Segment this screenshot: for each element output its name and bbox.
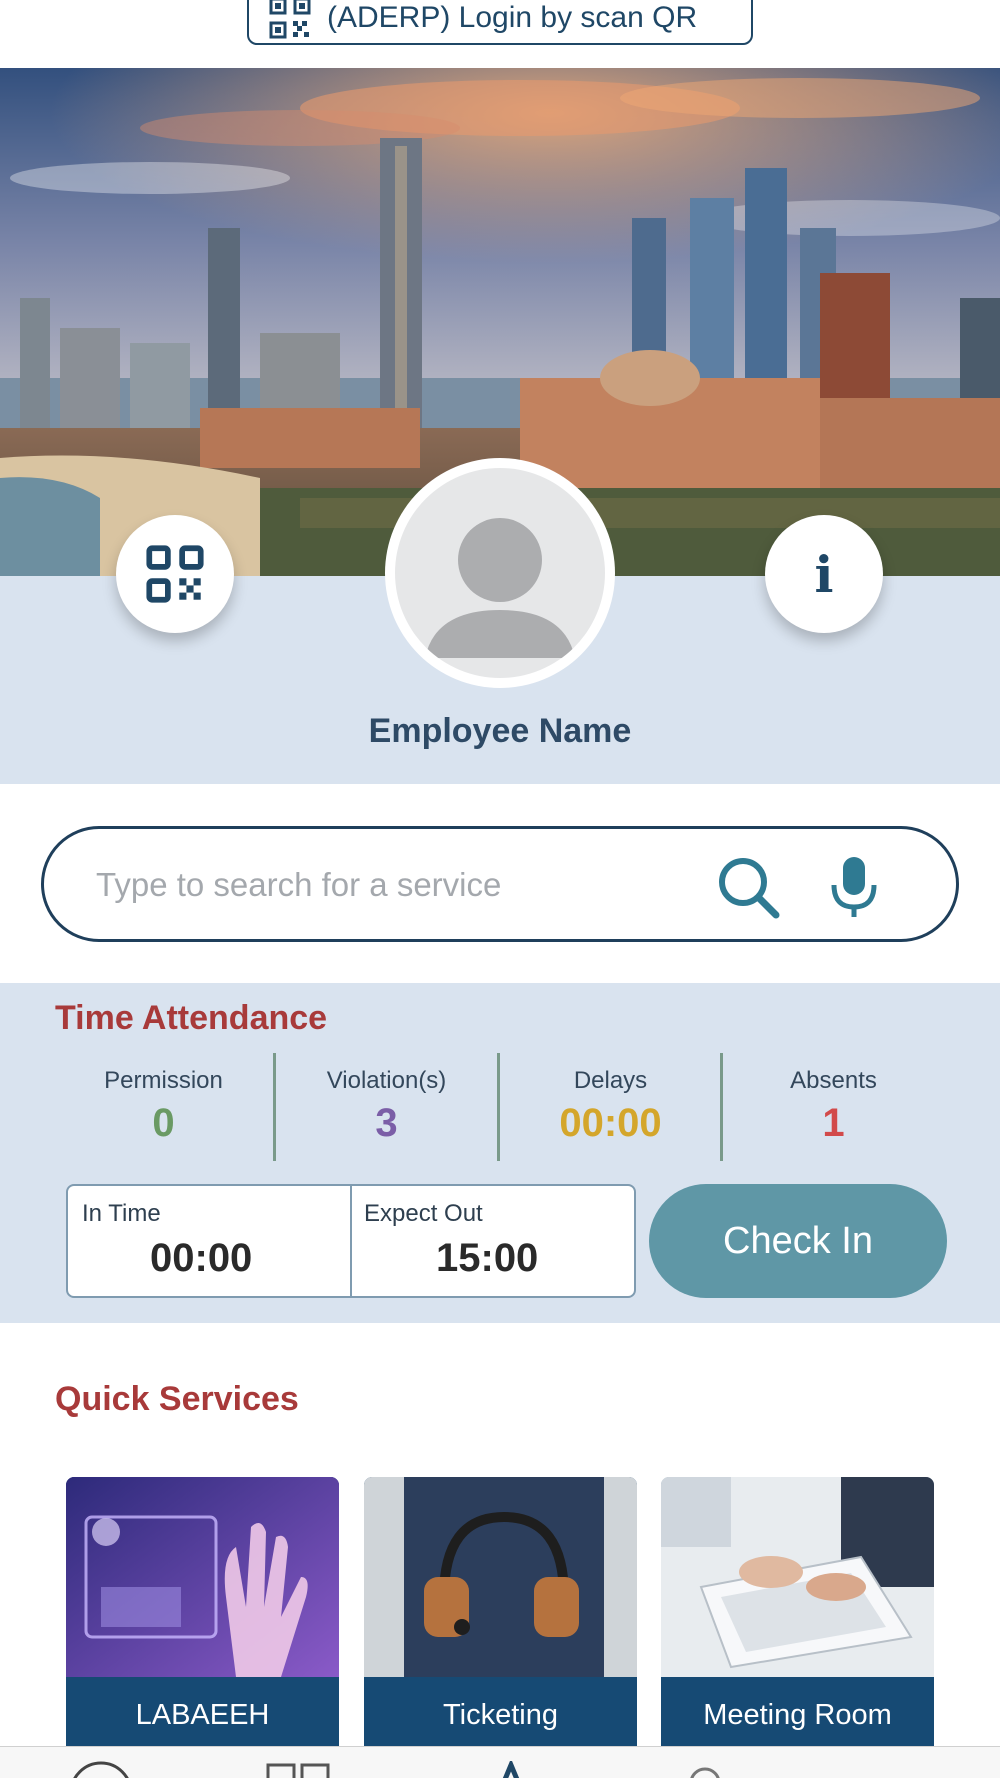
stat-label: Absents bbox=[790, 1067, 877, 1094]
grid-icon[interactable] bbox=[264, 1761, 334, 1778]
employee-name: Employee Name bbox=[368, 712, 632, 750]
headset-person-photo bbox=[364, 1477, 637, 1677]
violations-stat[interactable]: Violation(s) 3 bbox=[275, 1067, 498, 1146]
stat-value: 0 bbox=[152, 1101, 175, 1145]
microphone-icon[interactable] bbox=[826, 855, 882, 919]
shift-times-box: In Time 00:00 Expect Out 15:00 bbox=[66, 1184, 636, 1298]
login-by-qr-label: (ADERP) Login by scan QR bbox=[327, 0, 698, 34]
laptop-meeting-photo bbox=[661, 1477, 934, 1677]
stat-value: 00:00 bbox=[559, 1101, 662, 1145]
service-card-ticketing[interactable]: Ticketing bbox=[364, 1477, 637, 1777]
in-time-value: 00:00 bbox=[150, 1236, 253, 1280]
info-button[interactable]: i bbox=[765, 515, 883, 633]
stat-value: 1 bbox=[822, 1101, 845, 1145]
in-time-label: In Time bbox=[82, 1200, 161, 1227]
stat-value: 3 bbox=[375, 1101, 398, 1145]
permission-stat[interactable]: Permission 0 bbox=[52, 1067, 275, 1146]
info-icon: i bbox=[814, 544, 834, 604]
stat-label: Permission bbox=[104, 1067, 223, 1094]
time-attendance-panel: Time Attendance Permission 0 Violation(s… bbox=[0, 983, 1000, 1323]
delays-stat[interactable]: Delays 00:00 bbox=[499, 1067, 722, 1146]
service-search-bar bbox=[41, 826, 959, 942]
profile-icon[interactable] bbox=[670, 1761, 740, 1778]
bottom-tab-bar bbox=[0, 1746, 1000, 1778]
avatar[interactable] bbox=[385, 458, 615, 688]
services-icon[interactable] bbox=[476, 1761, 546, 1778]
expect-out-value: 15:00 bbox=[436, 1236, 539, 1280]
time-attendance-title: Time Attendance bbox=[55, 999, 328, 1037]
top-bar: (ADERP) Login by scan QR bbox=[0, 0, 1000, 68]
touchscreen-hand-photo bbox=[66, 1477, 339, 1677]
absents-stat[interactable]: Absents 1 bbox=[722, 1067, 945, 1146]
default-avatar-icon bbox=[395, 468, 605, 678]
check-in-button[interactable]: Check In bbox=[649, 1184, 947, 1298]
home-screen: (ADERP) Login by scan QR i Employee Name… bbox=[0, 0, 1000, 1778]
service-card-meeting-room[interactable]: Meeting Room bbox=[661, 1477, 934, 1777]
search-input[interactable] bbox=[96, 857, 686, 913]
my-qr-button[interactable] bbox=[116, 515, 234, 633]
expect-out-label: Expect Out bbox=[364, 1200, 483, 1227]
stat-label: Delays bbox=[573, 1067, 648, 1094]
login-by-qr-button[interactable]: (ADERP) Login by scan QR bbox=[247, 0, 753, 45]
stat-label: Violation(s) bbox=[326, 1067, 447, 1094]
service-card-labaeeh[interactable]: LABAEEH bbox=[66, 1477, 339, 1777]
quick-services-title: Quick Services bbox=[55, 1380, 299, 1418]
search-icon[interactable] bbox=[716, 855, 780, 919]
qr-code-icon bbox=[269, 0, 311, 38]
divider bbox=[350, 1186, 352, 1296]
home-icon[interactable] bbox=[66, 1761, 136, 1778]
qr-code-icon bbox=[146, 545, 204, 603]
